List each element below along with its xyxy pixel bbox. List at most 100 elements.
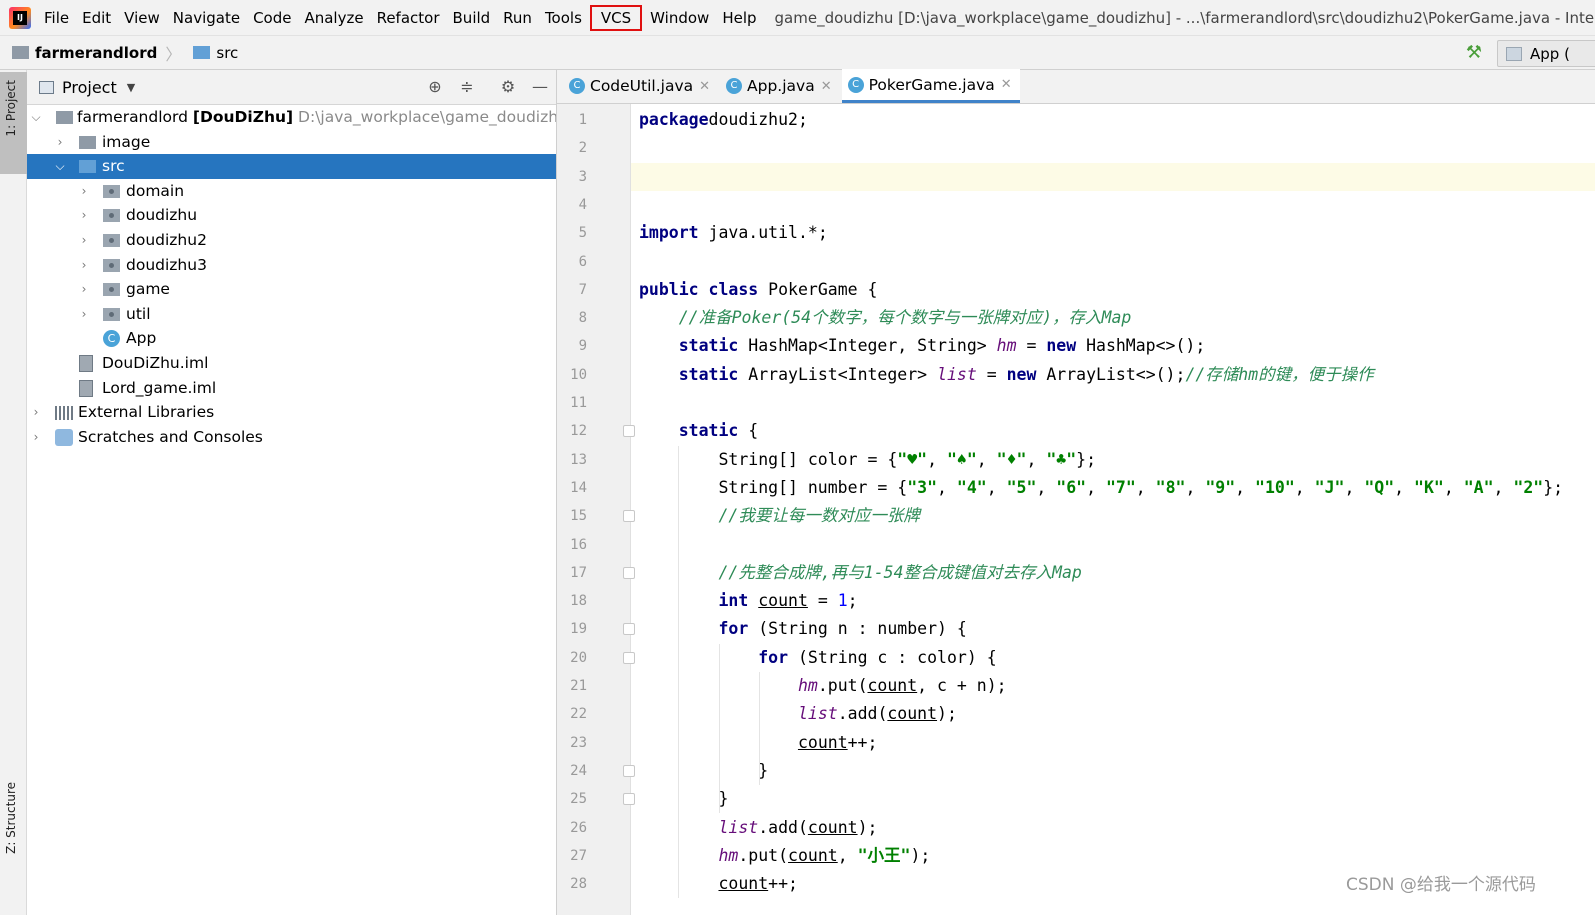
code-token: doudizhu2; bbox=[708, 110, 808, 129]
code-line[interactable]: //我要让每一数对应一张牌 bbox=[631, 502, 1595, 530]
chevron-right-icon[interactable]: › bbox=[77, 277, 91, 302]
code-line[interactable]: public class PokerGame { bbox=[631, 276, 1595, 304]
project-tool-button[interactable]: 1: Project bbox=[0, 72, 27, 174]
code-line[interactable] bbox=[631, 531, 1595, 559]
menu-refactor[interactable]: Refactor bbox=[372, 5, 445, 31]
code-line[interactable]: static HashMap<Integer, String> hm = new… bbox=[631, 332, 1595, 360]
code-line[interactable]: } bbox=[631, 785, 1595, 813]
tree-item-domain[interactable]: › domain bbox=[27, 179, 556, 204]
project-panel-title[interactable]: Project bbox=[62, 78, 117, 97]
tree-item-doudizhu[interactable]: › doudizhu bbox=[27, 203, 556, 228]
tree-item-doudizhu-iml[interactable]: DouDiZhu.iml bbox=[27, 351, 556, 376]
code-line[interactable]: list.add(count); bbox=[631, 814, 1595, 842]
build-hammer-icon[interactable]: ⚒ bbox=[1462, 42, 1486, 64]
tree-item-lord-game-iml[interactable]: Lord_game.iml bbox=[27, 376, 556, 401]
line-number: 16 bbox=[570, 536, 587, 553]
menu-tools[interactable]: Tools bbox=[540, 5, 587, 31]
menu-analyze[interactable]: Analyze bbox=[299, 5, 368, 31]
breadcrumb-src[interactable]: src bbox=[193, 44, 238, 62]
chevron-right-icon[interactable]: › bbox=[29, 425, 43, 450]
minimize-icon[interactable]: — bbox=[530, 77, 550, 97]
menu-help[interactable]: Help bbox=[717, 5, 761, 31]
tree-item-scratches-and-consoles[interactable]: › Scratches and Consoles bbox=[27, 425, 556, 450]
code-line[interactable]: hm.put(count, c + n); bbox=[631, 672, 1595, 700]
menu-navigate[interactable]: Navigate bbox=[168, 5, 245, 31]
tree-item-label: util bbox=[126, 304, 151, 323]
menu-build[interactable]: Build bbox=[448, 5, 496, 31]
code-line[interactable] bbox=[631, 191, 1595, 219]
code-token: count bbox=[807, 817, 858, 837]
tab-pokergame-java[interactable]: C PokerGame.java ✕ bbox=[841, 69, 1020, 103]
code-token: ArrayList<Integer> bbox=[738, 364, 938, 384]
close-icon[interactable]: ✕ bbox=[1001, 77, 1012, 92]
menu-file[interactable]: File bbox=[39, 5, 74, 31]
code-token: count bbox=[718, 874, 769, 894]
chevron-right-icon[interactable]: › bbox=[77, 228, 91, 253]
menu-window[interactable]: Window bbox=[645, 5, 714, 31]
line-number: 19 bbox=[570, 621, 587, 638]
code-line[interactable]: import java.util.*; bbox=[631, 219, 1595, 247]
tree-item-game[interactable]: › game bbox=[27, 277, 556, 302]
code-line[interactable]: } bbox=[631, 757, 1595, 785]
code-token: int bbox=[718, 591, 749, 611]
tree-item-src[interactable]: ⌵ src bbox=[27, 154, 556, 179]
code-line[interactable] bbox=[631, 248, 1595, 276]
tree-item-doudizhu3[interactable]: › doudizhu3 bbox=[27, 253, 556, 278]
chevron-down-icon[interactable]: ▼ bbox=[127, 81, 135, 94]
menu-edit[interactable]: Edit bbox=[77, 5, 116, 31]
menu-view[interactable]: View bbox=[119, 5, 165, 31]
tree-root[interactable]: ⌵ farmerandlord [DouDiZhu] D:\java_workp… bbox=[27, 105, 556, 130]
code-line[interactable] bbox=[631, 162, 1595, 191]
breadcrumb-src-label: src bbox=[216, 43, 239, 62]
close-icon[interactable]: ✕ bbox=[699, 79, 710, 94]
code-line[interactable]: String[] color = {"♥", "♠", "♦", "♣"}; bbox=[631, 446, 1595, 474]
chevron-right-icon[interactable]: › bbox=[77, 203, 91, 228]
chevron-right-icon[interactable]: › bbox=[77, 253, 91, 278]
chevron-down-icon[interactable]: ⌵ bbox=[29, 105, 43, 130]
run-configuration-dropdown[interactable]: App ( bbox=[1497, 40, 1595, 67]
locate-target-icon[interactable]: ⊕ bbox=[425, 77, 445, 97]
tree-item-image[interactable]: › image bbox=[27, 130, 556, 155]
package-icon bbox=[103, 233, 120, 247]
code-line[interactable]: hm.put(count, "小王"); bbox=[631, 842, 1595, 870]
code-token: ArrayList<>(); bbox=[1036, 364, 1186, 384]
chevron-right-icon[interactable]: › bbox=[53, 130, 67, 155]
code-line[interactable]: String[] number = {"3", "4", "5", "6", "… bbox=[631, 474, 1595, 502]
code-line[interactable]: //准备Poker(54个数字，每个数字与一张牌对应)，存入Map bbox=[631, 304, 1595, 332]
breadcrumb-project[interactable]: farmerandlord 〉 bbox=[12, 41, 181, 65]
code-line[interactable]: list.add(count); bbox=[631, 700, 1595, 728]
code-line[interactable]: packagedoudizhu2; bbox=[631, 106, 1595, 134]
tab-app-java[interactable]: C App.java ✕ bbox=[720, 69, 840, 103]
tree-item-external-libraries[interactable]: › External Libraries bbox=[27, 400, 556, 425]
code-line[interactable]: static ArrayList<Integer> list = new Arr… bbox=[631, 361, 1595, 389]
collapse-all-icon[interactable]: ≑ bbox=[457, 77, 477, 97]
structure-tool-button[interactable]: Z: Structure bbox=[0, 780, 27, 890]
code-editor[interactable]: packagedoudizhu2; import java.util.*; publ… bbox=[631, 104, 1595, 915]
close-icon[interactable]: ✕ bbox=[821, 79, 832, 94]
code-line[interactable]: //先整合成牌,再与1-54整合成键值对去存入Map bbox=[631, 559, 1595, 587]
chevron-right-icon[interactable]: › bbox=[77, 302, 91, 327]
intellij-logo-icon[interactable]: IJ bbox=[9, 6, 31, 29]
tab-codeutil-java[interactable]: C CodeUtil.java ✕ bbox=[563, 69, 718, 103]
code-line[interactable]: static { bbox=[631, 417, 1595, 445]
code-line[interactable]: count++; bbox=[631, 729, 1595, 757]
gear-icon[interactable]: ⚙ bbox=[498, 77, 518, 97]
code-line[interactable]: for (String c : color) { bbox=[631, 644, 1595, 672]
chevron-right-icon[interactable]: › bbox=[77, 179, 91, 204]
chevron-down-icon[interactable]: ⌵ bbox=[53, 154, 67, 179]
tree-item-app[interactable]: C App bbox=[27, 326, 556, 351]
chevron-right-icon[interactable]: › bbox=[29, 400, 43, 425]
code-line[interactable] bbox=[631, 134, 1595, 162]
code-line[interactable]: for (String n : number) { bbox=[631, 615, 1595, 643]
tree-item-util[interactable]: › util bbox=[27, 302, 556, 327]
code-line[interactable] bbox=[631, 389, 1595, 417]
code-line[interactable]: int count = 1; bbox=[631, 587, 1595, 615]
root-module: [DouDiZhu] bbox=[192, 108, 294, 126]
menu-vcs[interactable]: VCS bbox=[589, 4, 643, 31]
menu-code[interactable]: Code bbox=[248, 5, 296, 31]
menu-run[interactable]: Run bbox=[498, 5, 537, 31]
tree-item-doudizhu2[interactable]: › doudizhu2 bbox=[27, 228, 556, 253]
